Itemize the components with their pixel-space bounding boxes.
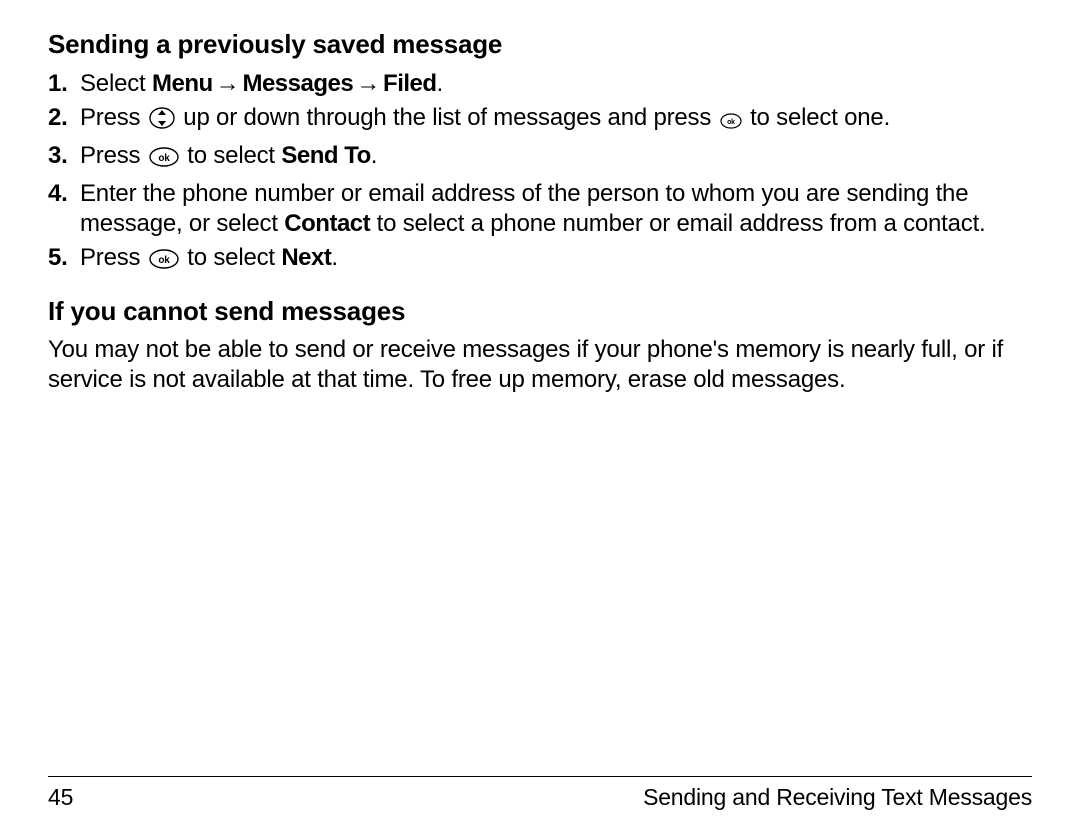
menu-path-filed: Filed: [383, 70, 437, 97]
step-body: Press ok to select Next.: [80, 243, 1032, 277]
step-number: 3.: [48, 141, 80, 171]
text: to select: [181, 142, 282, 169]
cannot-send-body: You may not be able to send or receive m…: [48, 335, 1032, 395]
bold-next: Next: [281, 244, 331, 271]
arrow-icon: →: [353, 70, 383, 97]
heading-cannot-send: If you cannot send messages: [48, 295, 1032, 328]
step-number: 5.: [48, 243, 80, 273]
svg-text:ok: ok: [158, 153, 170, 164]
text: to select a phone number or email addres…: [370, 210, 985, 237]
text: Select: [80, 70, 152, 97]
step-body: Press up or down through the list of mes…: [80, 103, 1032, 137]
page-footer: 45 Sending and Receiving Text Messages: [48, 776, 1032, 812]
heading-sending-saved: Sending a previously saved message: [48, 28, 1032, 61]
step-number: 2.: [48, 103, 80, 133]
step-body: Select Menu→Messages→Filed.: [80, 69, 1032, 99]
step-body: Press ok to select Send To.: [80, 141, 1032, 175]
menu-path-menu: Menu: [152, 70, 213, 97]
text: .: [437, 70, 443, 97]
text: up or down through the list of messages …: [177, 104, 718, 131]
svg-text:ok: ok: [727, 119, 735, 126]
text: Press: [80, 104, 147, 131]
step-5: 5. Press ok to select Next.: [48, 243, 1032, 277]
ok-icon: ok: [149, 145, 179, 175]
text: Press: [80, 244, 147, 271]
svg-text:ok: ok: [158, 255, 170, 266]
arrow-icon: →: [213, 70, 243, 97]
step-2: 2. Press up or down through the list of …: [48, 103, 1032, 137]
text: to select: [181, 244, 282, 271]
step-number: 4.: [48, 179, 80, 209]
text: Press: [80, 142, 147, 169]
menu-path-messages: Messages: [242, 70, 353, 97]
step-3: 3. Press ok to select Send To.: [48, 141, 1032, 175]
step-4: 4. Enter the phone number or email addre…: [48, 179, 1032, 239]
ok-icon: ok: [149, 247, 179, 277]
text: .: [371, 142, 377, 169]
step-body: Enter the phone number or email address …: [80, 179, 1032, 239]
step-number: 1.: [48, 69, 80, 99]
step-1: 1. Select Menu→Messages→Filed.: [48, 69, 1032, 99]
manual-page: Sending a previously saved message 1. Se…: [0, 0, 1080, 834]
chapter-title: Sending and Receiving Text Messages: [643, 783, 1032, 812]
bold-send-to: Send To: [281, 142, 370, 169]
page-number: 45: [48, 783, 73, 812]
nav-updown-icon: [149, 107, 175, 137]
ok-small-icon: ok: [720, 107, 742, 137]
text: .: [331, 244, 337, 271]
bold-contact: Contact: [284, 210, 370, 237]
text: to select one.: [744, 104, 890, 131]
steps-list: 1. Select Menu→Messages→Filed. 2. Press …: [48, 69, 1032, 277]
